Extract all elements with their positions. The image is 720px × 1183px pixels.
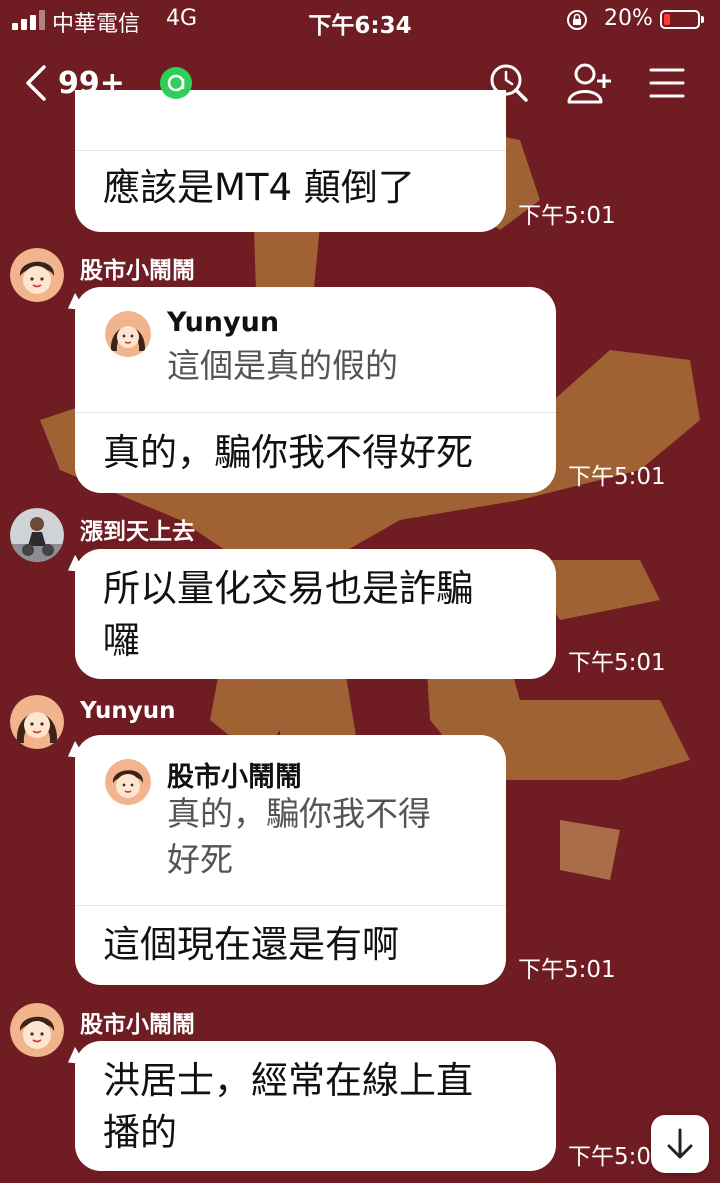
sender-name[interactable]: Yunyun xyxy=(80,698,175,724)
reply-sender-name: 股市小鬧鬧 xyxy=(167,762,302,793)
message-text: 真的，騙你我不得好死 xyxy=(103,431,473,474)
message-list[interactable]: 應該是MT4 顛倒了 下午5:01 股市小鬧鬧 Yunyun 這個是真的假的 真… xyxy=(0,0,720,1183)
message-text: 這個現在還是有啊 xyxy=(103,923,399,966)
menu-icon[interactable] xyxy=(644,60,690,106)
back-chevron-icon xyxy=(26,65,46,101)
battery-percent: 20% xyxy=(604,6,653,31)
status-bar: 中華電信 4G 下午6:34 20% xyxy=(0,0,720,40)
avatar[interactable] xyxy=(10,248,64,302)
scroll-to-bottom-button[interactable] xyxy=(651,1115,709,1173)
message-time: 下午5:01 xyxy=(518,203,616,229)
message-text: 所以量化交易也是詐騙 囉 xyxy=(103,567,473,662)
message-bubble[interactable]: 洪居士，經常在線上直 播的 xyxy=(75,1041,556,1171)
message-bubble[interactable]: 所以量化交易也是詐騙 囉 xyxy=(75,549,556,679)
sender-name[interactable]: 漲到天上去 xyxy=(80,512,195,546)
message-text: 洪居士，經常在線上直 播的 xyxy=(103,1059,473,1154)
battery-level xyxy=(664,14,670,25)
message-time: 下午5:0 xyxy=(568,1144,652,1170)
message-bubble[interactable]: 股市小鬧鬧 真的，騙你我不得 好死 這個現在還是有啊 xyxy=(75,735,506,985)
reply-quote[interactable]: Yunyun 這個是真的假的 xyxy=(75,287,556,413)
message-time: 下午5:01 xyxy=(568,650,666,676)
reply-avatar xyxy=(105,311,151,357)
orientation-lock-icon xyxy=(567,10,587,30)
reply-quote[interactable]: 股市小鬧鬧 真的，騙你我不得 好死 xyxy=(75,735,506,906)
back-button[interactable]: 99+ xyxy=(22,58,125,108)
message-bubble[interactable]: Yunyun 這個是真的假的 真的，騙你我不得好死 xyxy=(75,287,556,493)
reply-avatar xyxy=(105,759,151,805)
search-icon[interactable] xyxy=(486,60,532,106)
reply-text: 這個是真的假的 xyxy=(167,346,398,385)
message-text: 應該是MT4 顛倒了 xyxy=(103,166,415,209)
arrow-down-icon xyxy=(667,1128,693,1159)
sender-name[interactable]: 股市小鬧鬧 xyxy=(80,1005,195,1039)
avatar[interactable] xyxy=(10,508,64,562)
sender-name[interactable]: 股市小鬧鬧 xyxy=(80,251,195,285)
reply-text: 真的，騙你我不得 好死 xyxy=(167,794,431,879)
add-friend-icon[interactable] xyxy=(566,60,612,106)
unread-count: 99+ xyxy=(58,65,125,101)
chat-header: 99+ xyxy=(0,48,720,118)
online-status-icon xyxy=(160,67,192,99)
reply-sender-name: Yunyun xyxy=(167,307,280,338)
avatar[interactable] xyxy=(10,695,64,749)
avatar[interactable] xyxy=(10,1003,64,1057)
message-time: 下午5:01 xyxy=(518,957,616,983)
message-time: 下午5:01 xyxy=(568,464,666,490)
battery-icon xyxy=(660,10,704,29)
